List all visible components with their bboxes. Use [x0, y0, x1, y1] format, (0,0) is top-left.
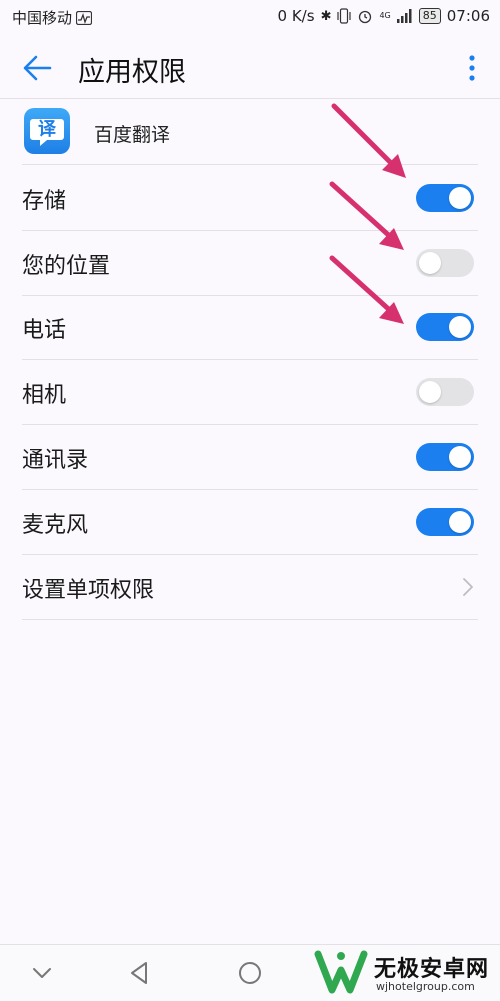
permission-label: 电话	[22, 318, 67, 343]
individual-permissions-row[interactable]: 设置单项权限	[22, 555, 478, 620]
storage-toggle[interactable]	[416, 184, 474, 212]
app-icon: 译	[24, 108, 70, 154]
toggle-knob	[419, 252, 441, 274]
signal-icon	[396, 9, 412, 23]
annotation-arrow-icon	[331, 103, 406, 178]
app-icon-glyph: 译	[38, 119, 56, 140]
app-bar: 应用权限	[0, 34, 500, 99]
activity-icon	[76, 10, 93, 25]
toggle-knob	[449, 187, 471, 209]
microphone-toggle[interactable]	[416, 508, 474, 536]
back-arrow-icon[interactable]	[20, 50, 56, 86]
permission-label: 您的位置	[22, 254, 111, 279]
battery-indicator: 85	[418, 8, 441, 24]
bluetooth-icon: ✱	[320, 8, 332, 24]
permission-label: 通讯录	[22, 448, 89, 473]
chevron-right-icon	[463, 578, 473, 596]
permission-row-camera[interactable]: 相机	[22, 360, 478, 425]
permission-label: 存储	[22, 189, 67, 214]
watermark-logo: 无极安卓网 wjhotelgroup.com	[306, 944, 500, 1000]
app-name: 百度翻译	[94, 124, 171, 146]
permission-label: 麦克风	[22, 513, 89, 538]
watermark-url: wjhotelgroup.com	[376, 980, 475, 993]
permission-label: 相机	[22, 383, 67, 408]
camera-toggle[interactable]	[416, 378, 474, 406]
annotation-arrow-icon	[329, 255, 404, 324]
page-title: 应用权限	[78, 57, 186, 88]
nav-home-icon[interactable]	[236, 959, 264, 987]
more-options-icon[interactable]	[464, 50, 480, 86]
phone-toggle[interactable]	[416, 313, 474, 341]
alarm-icon	[359, 10, 372, 24]
permission-row-contacts[interactable]: 通讯录	[22, 425, 478, 490]
contacts-toggle[interactable]	[416, 443, 474, 471]
clock: 07:06	[446, 7, 490, 25]
location-toggle[interactable]	[416, 249, 474, 277]
watermark-title: 无极安卓网	[374, 957, 490, 982]
annotation-arrow-icon	[329, 181, 404, 250]
vibrate-icon	[337, 8, 352, 24]
permission-row-microphone[interactable]: 麦克风	[22, 490, 478, 555]
collapse-chevron-icon[interactable]	[28, 959, 56, 987]
toggle-knob	[449, 316, 471, 338]
network-type: 4G	[379, 11, 391, 20]
carrier-label: 中国移动	[12, 9, 73, 27]
nav-back-icon[interactable]	[126, 959, 154, 987]
net-speed: 0 K/s	[277, 7, 315, 25]
toggle-knob	[419, 381, 441, 403]
toggle-knob	[449, 446, 471, 468]
status-bar: 中国移动 0 K/s ✱ 4G 85 07:06	[0, 0, 500, 34]
toggle-knob	[449, 511, 471, 533]
watermark-logo-icon	[314, 950, 368, 994]
settings-item-label: 设置单项权限	[22, 578, 155, 603]
